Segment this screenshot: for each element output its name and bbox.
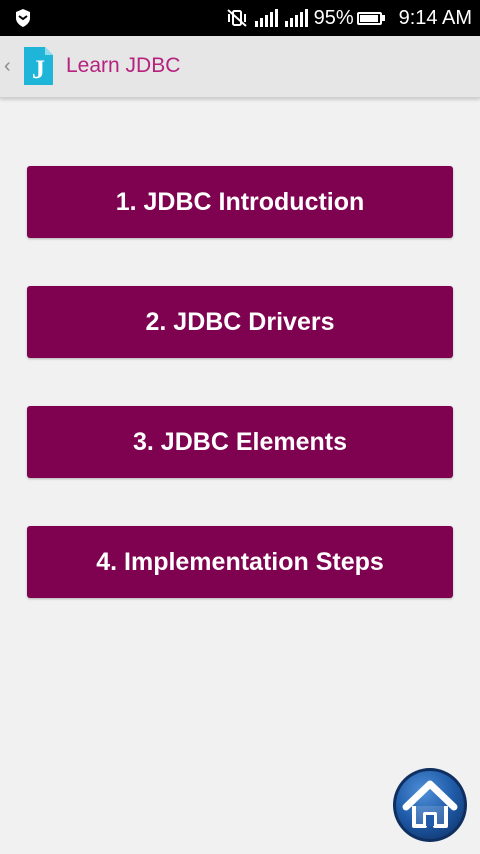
menu-button-label: 1. JDBC Introduction (115, 187, 365, 216)
svg-text:J: J (32, 55, 45, 84)
home-icon (393, 768, 467, 842)
signal-icon (254, 9, 278, 27)
battery-fill (359, 14, 378, 22)
app-title: Learn JDBC (66, 54, 181, 77)
clock: 9:14 AM (398, 6, 472, 29)
mute-vibrate-icon (226, 8, 248, 28)
menu-button-label: 4. Implementation Steps (96, 547, 384, 576)
battery-tip (381, 15, 385, 21)
signal-icon (284, 9, 308, 27)
status-bar: 95% 9:14 AM (0, 0, 480, 36)
app-logo-icon[interactable]: J (24, 47, 53, 85)
home-button[interactable] (392, 767, 468, 843)
shield-icon (14, 8, 32, 33)
menu-button-implementation-steps[interactable]: 4. Implementation Steps (27, 526, 453, 598)
menu-button-jdbc-drivers[interactable]: 2. JDBC Drivers (27, 286, 453, 358)
menu-button-label: 3. JDBC Elements (133, 427, 347, 456)
menu-button-jdbc-introduction[interactable]: 1. JDBC Introduction (27, 166, 453, 238)
menu-button-jdbc-elements[interactable]: 3. JDBC Elements (27, 406, 453, 478)
battery-icon (356, 11, 382, 25)
chevron-left-icon[interactable]: ‹ (4, 56, 11, 76)
battery-percent: 95% (313, 6, 354, 29)
menu-button-label: 2. JDBC Drivers (145, 307, 335, 336)
battery-indicator: 95% (314, 7, 385, 30)
app-bar: ‹ J Learn JDBC (0, 36, 480, 98)
